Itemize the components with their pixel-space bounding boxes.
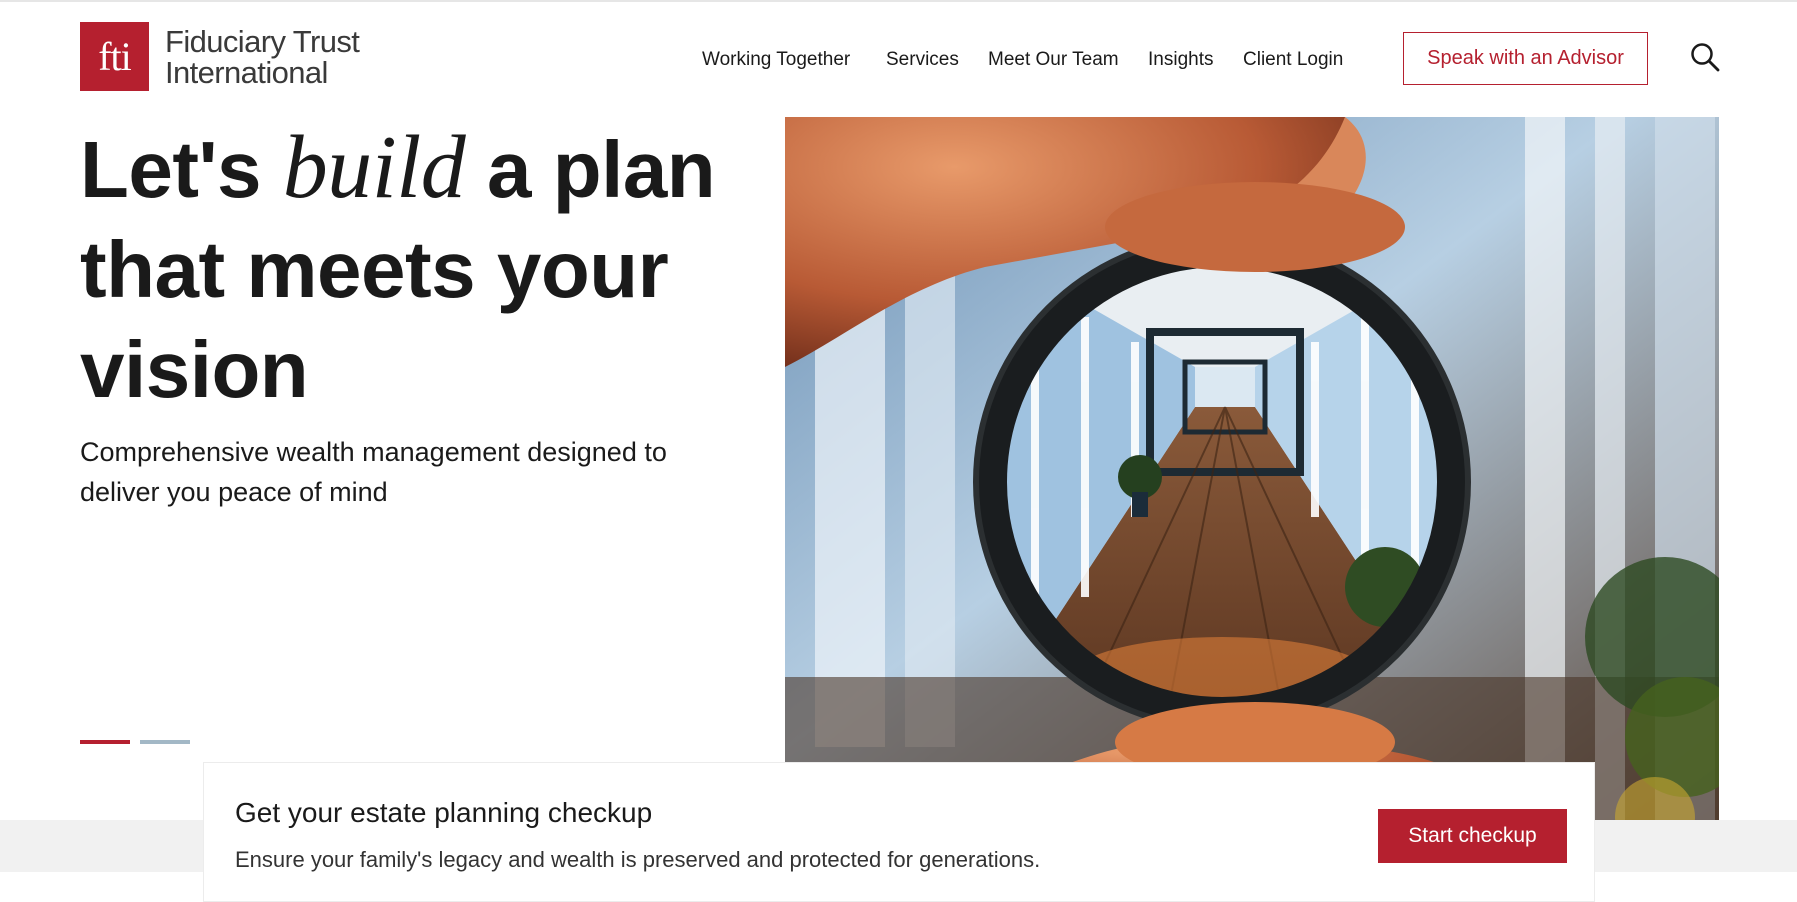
hero-subtitle: Comprehensive wealth management designed… — [80, 437, 667, 507]
nav-client-login[interactable]: Client Login — [1243, 49, 1343, 71]
logo-line-1: Fiduciary Trust — [165, 23, 360, 59]
checkup-title: Get your estate planning checkup — [235, 797, 653, 828]
top-border — [0, 0, 1797, 2]
nav-working-together[interactable]: Working Together — [702, 49, 850, 71]
start-checkup-button[interactable]: Start checkup — [1378, 809, 1567, 863]
slide-indicator-1[interactable] — [80, 740, 130, 744]
estate-checkup-card: Get your estate planning checkup Ensure … — [203, 762, 1595, 902]
hero-title: Let's build a plan that meets your visio… — [80, 118, 720, 420]
brand-logo[interactable]: fti Fiduciary Trust International — [80, 22, 360, 91]
slide-indicator-2[interactable] — [140, 740, 190, 744]
hero-title-part-1: Let's — [80, 125, 262, 214]
nav-services[interactable]: Services — [886, 49, 959, 71]
nav-meet-our-team[interactable]: Meet Our Team — [988, 49, 1119, 71]
nav-insights[interactable]: Insights — [1148, 49, 1213, 71]
speak-with-advisor-button[interactable]: Speak with an Advisor — [1403, 32, 1648, 85]
search-icon[interactable] — [1690, 42, 1720, 72]
slide-indicators — [80, 740, 190, 744]
hero-title-italic: build — [282, 118, 466, 217]
logo-wordmark: Fiduciary Trust International — [165, 23, 360, 90]
logo-line-2: International — [165, 54, 328, 90]
checkup-description: Ensure your family's legacy and wealth i… — [235, 847, 1041, 872]
logo-mark: fti — [80, 22, 149, 91]
hero-photo — [785, 117, 1719, 820]
